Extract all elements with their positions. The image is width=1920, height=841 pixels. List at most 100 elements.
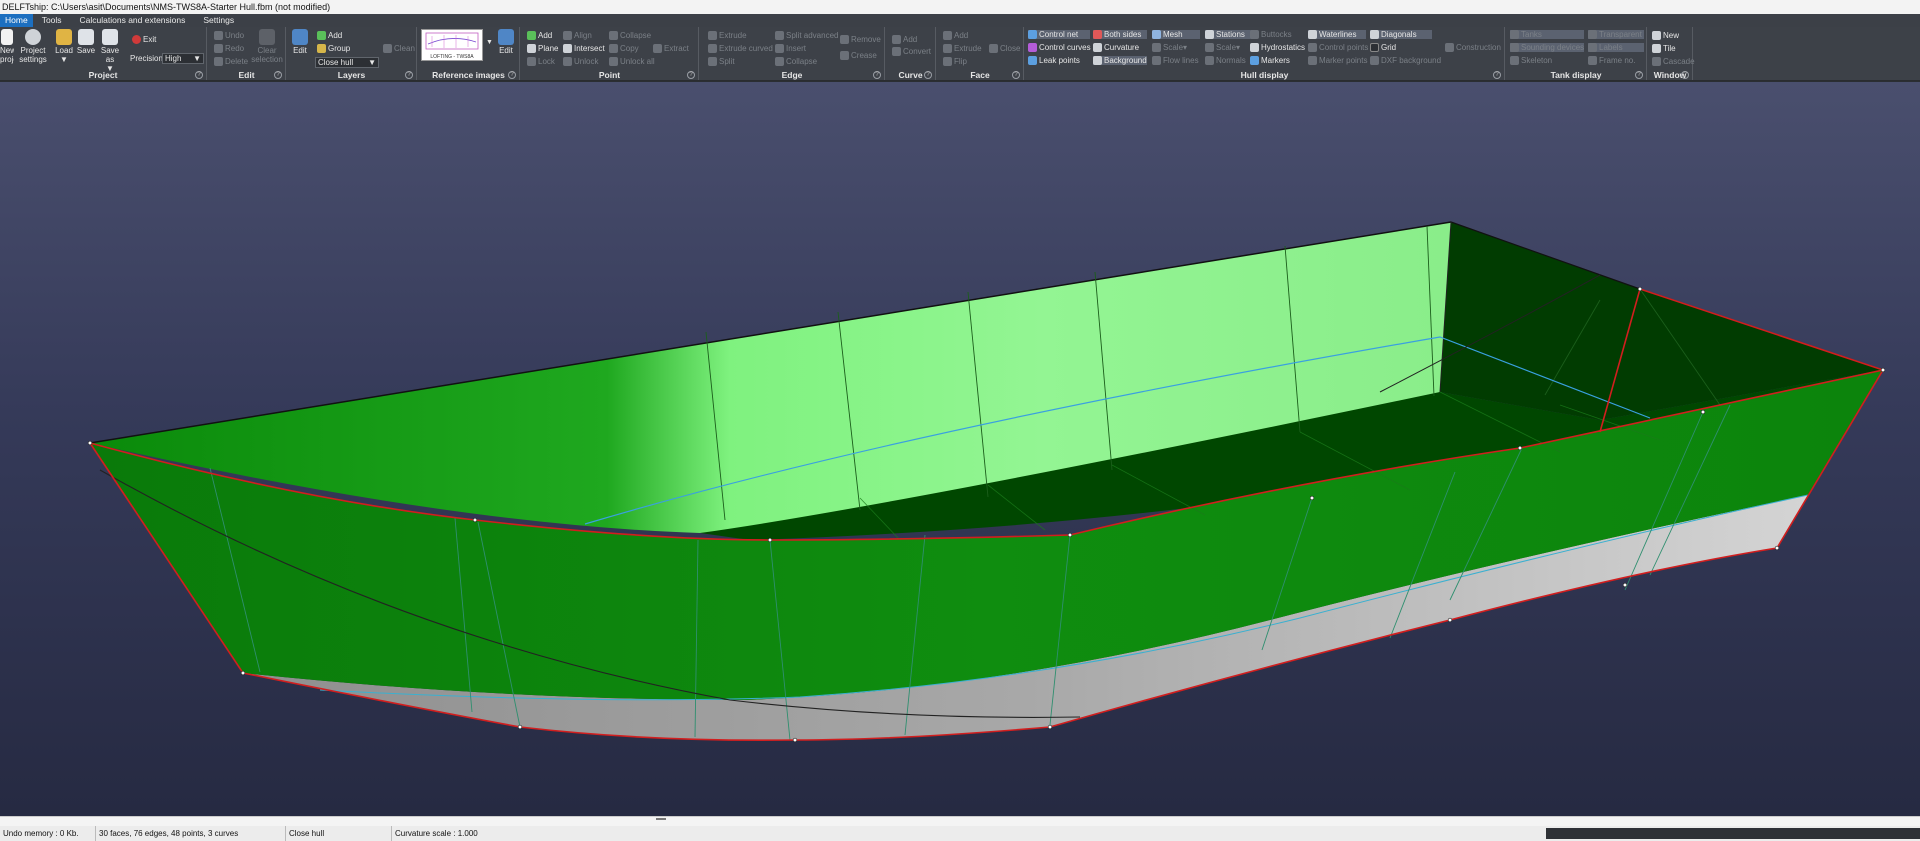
waterlines-toggle[interactable]: Waterlines <box>1308 30 1366 39</box>
layers-group-button[interactable]: Group <box>317 44 350 53</box>
edge-remove-button[interactable]: Remove <box>840 35 881 44</box>
point-align-button[interactable]: Align <box>563 31 592 40</box>
menu-calculations[interactable]: Calculations and extensions <box>71 14 195 27</box>
scale2-select[interactable]: Scale ▾ <box>1205 43 1240 52</box>
delete-button[interactable]: Delete <box>214 57 248 66</box>
background-toggle[interactable]: Background <box>1093 56 1147 65</box>
edge-collapse-button[interactable]: Collapse <box>775 57 817 66</box>
tank-display-help-icon[interactable]: ? <box>1635 71 1643 79</box>
edit-help-icon[interactable]: ? <box>274 71 282 79</box>
normals-toggle[interactable]: Normals <box>1205 56 1246 65</box>
reference-edit-button[interactable]: Edit <box>496 29 516 55</box>
point-unlock-all-button[interactable]: Unlock all <box>609 57 655 66</box>
stations-toggle[interactable]: Stations <box>1205 30 1255 39</box>
thumbnail-dropdown-icon[interactable]: ▼ <box>486 39 493 46</box>
tanks-toggle[interactable]: Tanks <box>1510 30 1584 39</box>
layers-edit-button[interactable]: Edit <box>290 29 310 55</box>
curvature-toggle[interactable]: Curvature <box>1093 43 1139 52</box>
edge-split-button[interactable]: Split <box>708 57 735 66</box>
layers-help-icon[interactable]: ? <box>405 71 413 79</box>
point-intersect-button[interactable]: Intersect <box>563 44 605 53</box>
transparent-toggle[interactable]: Transparent <box>1588 30 1644 39</box>
mesh-toggle[interactable]: Mesh <box>1152 30 1200 39</box>
redo-button[interactable]: Redo <box>214 44 244 53</box>
labels-toggle[interactable]: Labels <box>1588 43 1644 52</box>
flow-lines-toggle[interactable]: Flow lines <box>1152 56 1199 65</box>
undo-button[interactable]: Undo <box>214 31 244 40</box>
curve-convert-button[interactable]: Convert <box>892 47 931 56</box>
save-button[interactable]: Save <box>77 29 95 55</box>
group-edge: Extrude Extrude curved Split Split advan… <box>700 27 885 80</box>
panel-splitter[interactable] <box>0 816 1920 826</box>
exit-button[interactable]: Exit <box>132 35 156 44</box>
hydrostatics-toggle[interactable]: Hydrostatics <box>1250 43 1305 52</box>
hull-model[interactable] <box>0 82 1920 816</box>
marker-points-toggle[interactable]: Marker points <box>1308 56 1367 65</box>
buttocks-toggle[interactable]: Buttocks <box>1250 30 1292 39</box>
layers-clean-button[interactable]: Clean <box>383 44 415 53</box>
precision-select[interactable]: High ▼ <box>162 53 204 64</box>
3d-viewport[interactable] <box>0 82 1920 816</box>
reference-image-thumbnail[interactable]: LOFTING - TWS8A <box>421 29 483 61</box>
face-close-button[interactable]: Close <box>989 44 1020 53</box>
clean-icon <box>383 44 392 53</box>
face-help-icon[interactable]: ? <box>1012 71 1020 79</box>
chevron-down-icon: ▾ <box>1183 43 1188 52</box>
curve-add-button[interactable]: Add <box>892 35 917 44</box>
project-help-icon[interactable]: ? <box>195 71 203 79</box>
point-unlock-button[interactable]: Unlock <box>563 57 598 66</box>
new-project-button[interactable]: New project <box>0 29 14 64</box>
point-collapse-button[interactable]: Collapse <box>609 31 651 40</box>
grid-toggle[interactable]: Grid <box>1370 43 1396 52</box>
menu-tools[interactable]: Tools <box>33 14 71 27</box>
leak-points-toggle[interactable]: Leak points <box>1028 56 1080 65</box>
edge-extrude-curved-button[interactable]: Extrude curved <box>708 44 773 53</box>
markers-toggle[interactable]: Markers <box>1250 56 1290 65</box>
both-sides-label: Both sides <box>1104 30 1142 39</box>
point-lock-button[interactable]: Lock <box>527 57 555 66</box>
clear-selection-button[interactable]: Clear selection <box>251 29 283 64</box>
project-settings-button[interactable]: Project settings <box>19 29 47 64</box>
layers-add-button[interactable]: Add <box>317 31 342 40</box>
extrude-curved-icon <box>708 44 717 53</box>
scale-select[interactable]: Scale ▾ <box>1152 43 1187 52</box>
menu-home[interactable]: Home <box>0 14 33 27</box>
face-add-button[interactable]: Add <box>943 31 968 40</box>
window-help-icon[interactable]: ? <box>1681 71 1689 79</box>
save-as-button[interactable]: Save as ▼ <box>98 29 122 73</box>
edge-insert-button[interactable]: Insert <box>775 44 806 53</box>
construction-toggle[interactable]: Construction <box>1445 43 1501 52</box>
control-curves-toggle[interactable]: Control curves <box>1028 43 1091 52</box>
point-add-button[interactable]: Add <box>527 31 552 40</box>
reference-images-help-icon[interactable]: ? <box>508 71 516 79</box>
edge-extrude-button[interactable]: Extrude <box>708 31 747 40</box>
face-extrude-button[interactable]: Extrude <box>943 44 982 53</box>
point-copy-button[interactable]: Copy <box>609 44 639 53</box>
edge-split-advanced-button[interactable]: Split advanced <box>775 31 838 40</box>
sounding-devices-toggle[interactable]: Sounding devices <box>1510 43 1584 52</box>
point-extract-button[interactable]: Extract <box>653 44 689 53</box>
skeleton-toggle[interactable]: Skeleton <box>1510 56 1552 65</box>
window-tile-button[interactable]: Tile <box>1652 44 1676 53</box>
point-help-icon[interactable]: ? <box>687 71 695 79</box>
curve-help-icon[interactable]: ? <box>924 71 932 79</box>
hull-display-help-icon[interactable]: ? <box>1493 71 1501 79</box>
load-dropdown-icon[interactable]: ▼ <box>60 55 68 64</box>
control-net-toggle[interactable]: Control net <box>1028 30 1090 39</box>
window-cascade-button[interactable]: Cascade <box>1652 57 1695 66</box>
face-flip-button[interactable]: Flip <box>943 57 967 66</box>
diagonals-toggle[interactable]: Diagonals <box>1370 30 1432 39</box>
menu-settings[interactable]: Settings <box>194 14 243 27</box>
edge-crease-button[interactable]: Crease <box>840 51 877 60</box>
edge-help-icon[interactable]: ? <box>873 71 881 79</box>
active-layer-select[interactable]: Close hull ▼ <box>315 57 379 68</box>
control-points-toggle[interactable]: Control points <box>1308 43 1368 52</box>
dxf-background-toggle[interactable]: DXF background <box>1370 56 1441 65</box>
load-label: Load <box>55 46 73 55</box>
load-button[interactable]: Load ▼ <box>54 29 74 64</box>
frame-no-toggle[interactable]: Frame no. <box>1588 56 1635 65</box>
both-sides-toggle[interactable]: Both sides <box>1093 30 1147 39</box>
window-new-button[interactable]: New <box>1652 31 1679 40</box>
point-plane-button[interactable]: Plane <box>527 44 558 53</box>
splitter-grip-icon[interactable] <box>656 818 666 820</box>
